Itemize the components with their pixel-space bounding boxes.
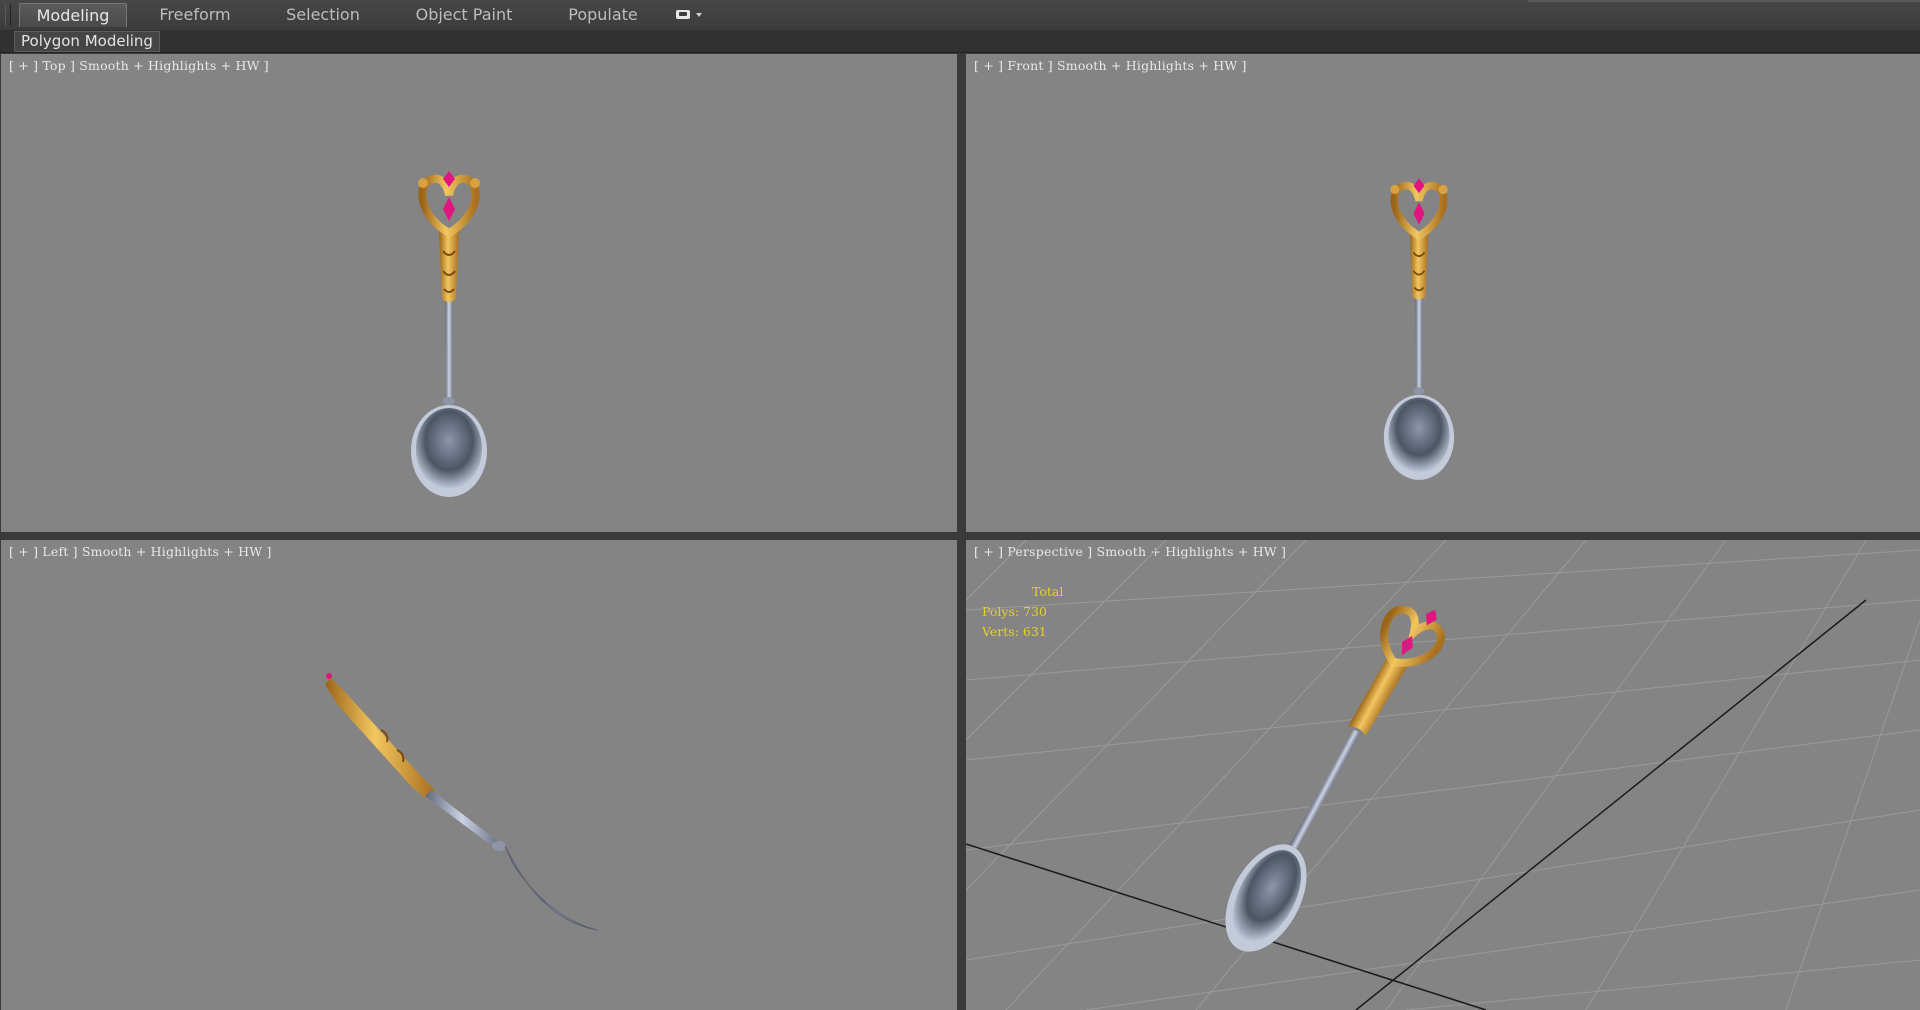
ribbon-grip[interactable] xyxy=(5,4,11,26)
ribbon-panel-bar: Polygon Modeling xyxy=(0,30,1920,53)
viewport-perspective[interactable]: [ + ] Perspective ] Smooth + Highlights … xyxy=(966,540,1920,1010)
spoon-model-left[interactable] xyxy=(1,540,957,1010)
ribbon-divider xyxy=(1528,0,1920,2)
tab-populate[interactable]: Populate xyxy=(558,3,648,26)
viewport-left[interactable]: [ + ] Left ] Smooth + Highlights + HW ] xyxy=(1,540,957,1010)
tab-dropdown-icon[interactable] xyxy=(672,7,706,23)
stats-total-label: Total xyxy=(1032,584,1064,599)
ribbon-tabs-bar: Modeling Freeform Selection Object Paint… xyxy=(0,0,1920,31)
tab-object-paint[interactable]: Object Paint xyxy=(408,3,520,26)
polygon-stats-overlay: Total Polys: 730 Verts: 631 xyxy=(982,582,1063,642)
spoon-model-front[interactable] xyxy=(966,54,1920,532)
stats-polys: Polys: 730 xyxy=(982,604,1047,619)
viewport-top[interactable]: [ + ] Top ] Smooth + Highlights + HW ] xyxy=(1,54,957,532)
polygon-modeling-panel-button[interactable]: Polygon Modeling xyxy=(14,31,160,52)
stats-verts: Verts: 631 xyxy=(982,624,1047,639)
perspective-grid xyxy=(966,540,1920,1010)
tab-selection[interactable]: Selection xyxy=(276,3,370,26)
viewport-front[interactable]: [ + ] Front ] Smooth + Highlights + HW ] xyxy=(966,54,1920,532)
spoon-model-top[interactable] xyxy=(1,54,957,532)
tab-modeling[interactable]: Modeling xyxy=(19,3,127,27)
tab-freeform[interactable]: Freeform xyxy=(150,3,240,26)
